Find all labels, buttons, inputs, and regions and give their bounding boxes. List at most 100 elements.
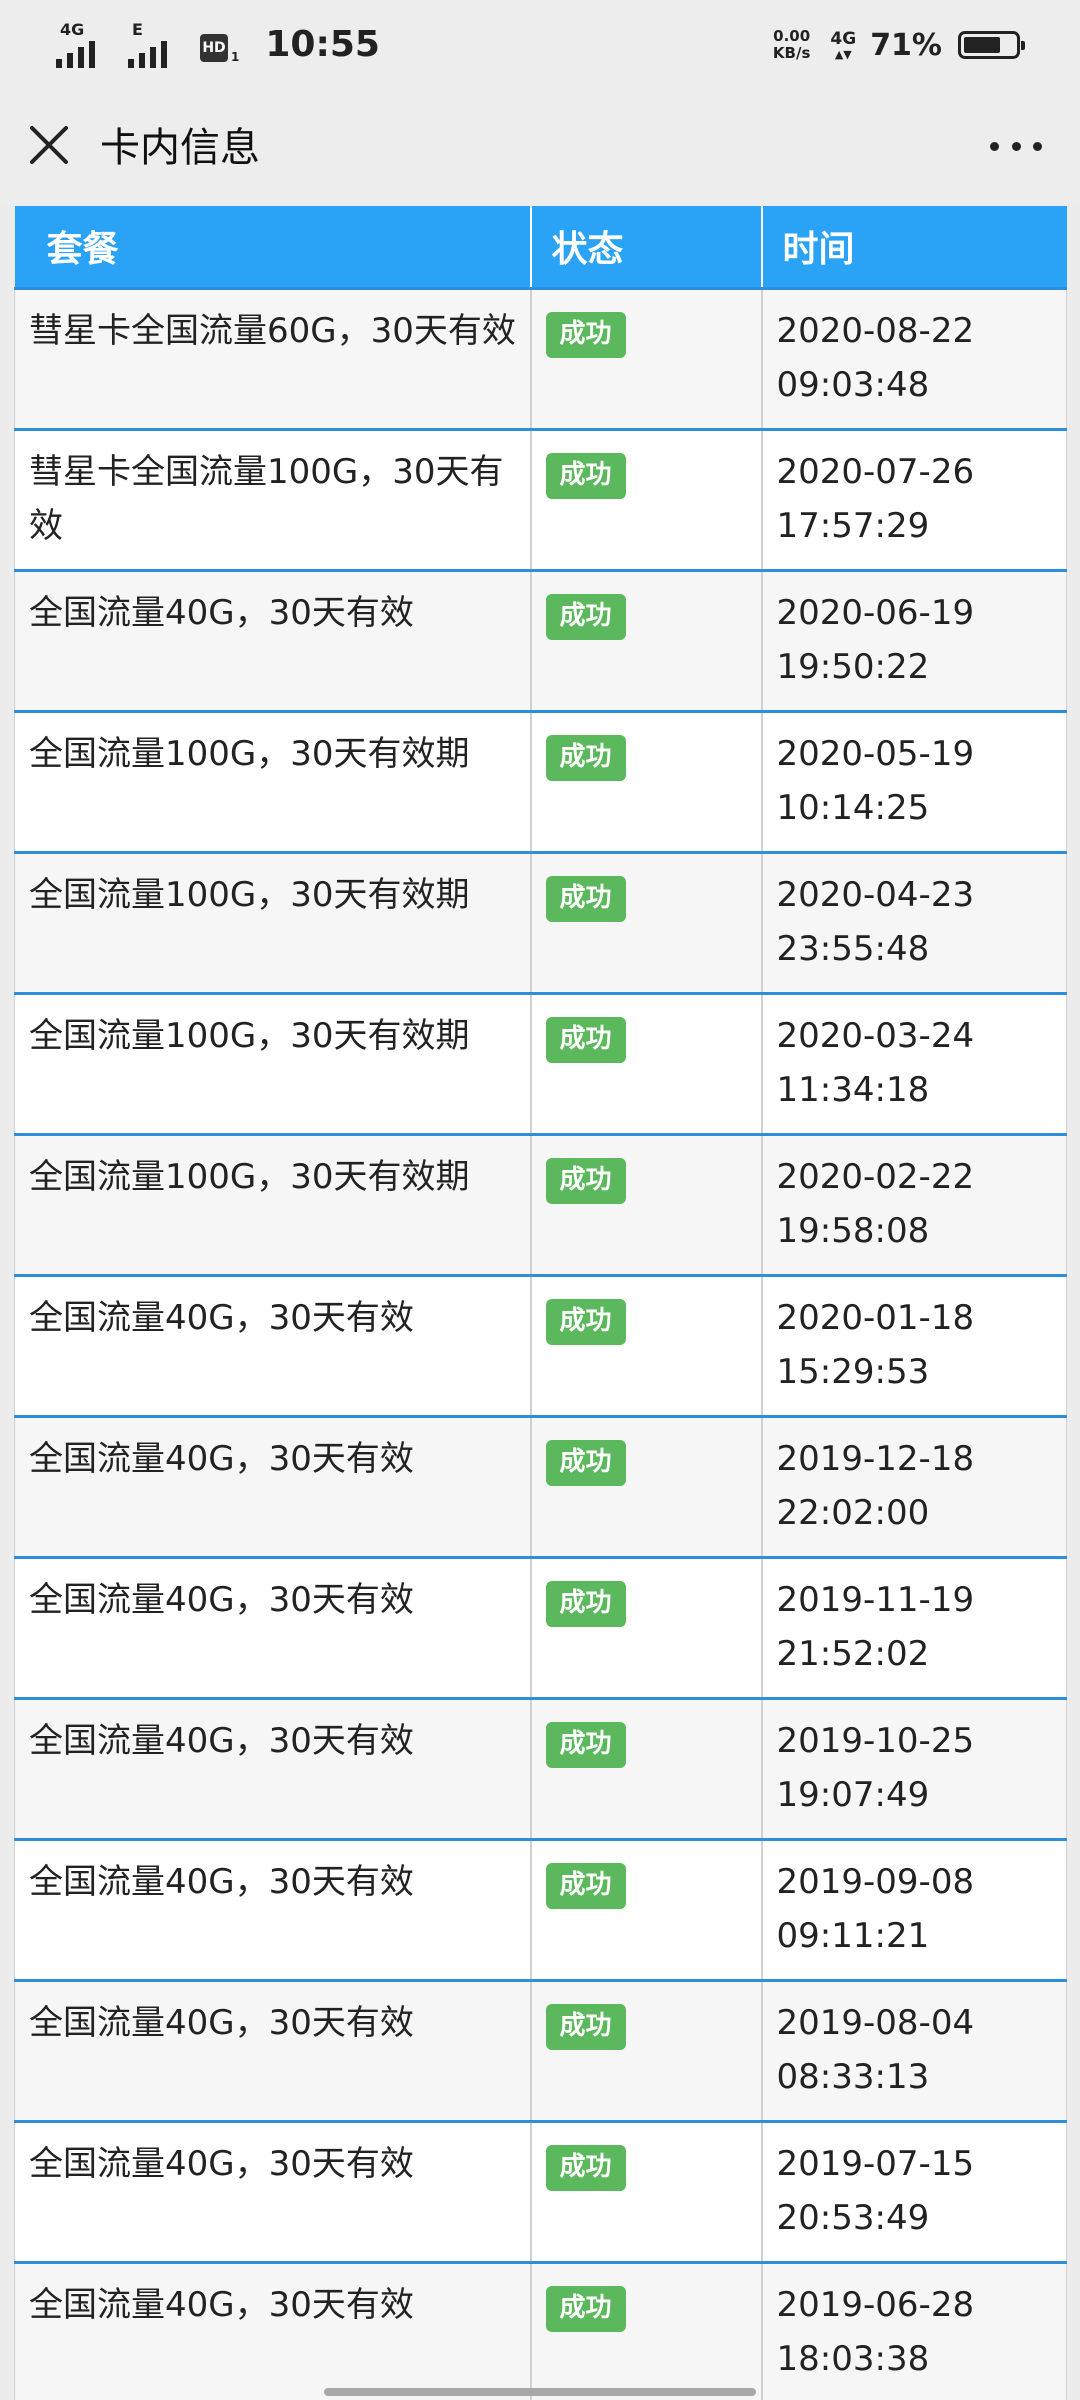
status-badge: 成功 — [545, 1580, 626, 1627]
more-options-button[interactable] — [990, 132, 1042, 160]
table-row: 全国流量40G，30天有效 成功 2019-10-25 19:07:49 — [14, 1696, 1067, 1839]
table-header-row: 套餐 状态 时间 — [14, 206, 1067, 288]
plan-cell: 彗星卡全国流量100G，30天有效 — [14, 427, 531, 570]
time-date: 2020-07-26 — [776, 451, 975, 492]
status-badge: 成功 — [545, 311, 626, 358]
battery-level-fill — [964, 37, 1000, 53]
plan-cell: 全国流量100G，30天有效期 — [14, 850, 531, 993]
status-bar: 4G E HD 1 10:55 0.00 KB/s 4G ▲▼ 71% — [0, 0, 1080, 90]
table-row: 全国流量40G，30天有效 成功 2019-09-08 09:11:21 — [14, 1837, 1067, 1980]
table-row: 全国流量40G，30天有效 成功 2019-07-15 20:53:49 — [14, 2119, 1067, 2262]
status-cell: 成功 — [529, 427, 762, 570]
column-header-status: 状态 — [529, 206, 762, 288]
column-header-time: 时间 — [760, 206, 1067, 288]
table-row: 全国流量40G，30天有效 成功 2020-01-18 15:29:53 — [14, 1273, 1067, 1416]
time-date: 2019-09-08 — [776, 1861, 975, 1902]
time-date: 2019-06-28 — [776, 2284, 975, 2325]
time-cell: 2020-02-22 19:58:08 — [760, 1132, 1067, 1275]
status-badge: 成功 — [545, 593, 626, 640]
time-date: 2019-11-19 — [776, 1579, 975, 1620]
more-icon-dot — [1033, 141, 1042, 151]
table-row: 全国流量100G，30天有效期 成功 2020-03-24 11:34:18 — [14, 991, 1067, 1134]
time-date: 2019-10-25 — [776, 1720, 975, 1761]
status-badge: 成功 — [545, 1016, 626, 1063]
plan-cell: 全国流量40G，30天有效 — [14, 1696, 531, 1839]
time-clock: 18:03:38 — [776, 2338, 930, 2379]
home-indicator[interactable] — [324, 2388, 756, 2396]
table-row: 全国流量40G，30天有效 成功 2019-06-28 18:03:38 — [14, 2260, 1067, 2400]
time-clock: 21:52:02 — [776, 1633, 930, 1674]
status-cell: 成功 — [529, 1978, 762, 2121]
time-cell: 2019-11-19 21:52:02 — [760, 1555, 1067, 1698]
status-badge: 成功 — [545, 1157, 626, 1204]
status-cell: 成功 — [529, 991, 762, 1134]
table-row: 全国流量100G，30天有效期 成功 2020-05-19 10:14:25 — [14, 709, 1067, 852]
time-cell: 2020-05-19 10:14:25 — [760, 709, 1067, 852]
status-cell: 成功 — [529, 1132, 762, 1275]
table-row: 全国流量40G，30天有效 成功 2019-08-04 08:33:13 — [14, 1978, 1067, 2121]
status-cell: 成功 — [529, 1273, 762, 1416]
time-cell: 2019-12-18 22:02:00 — [760, 1414, 1067, 1557]
table-row: 全国流量100G，30天有效期 成功 2020-02-22 19:58:08 — [14, 1132, 1067, 1275]
time-date: 2020-04-23 — [776, 874, 975, 915]
time-clock: 09:03:48 — [776, 364, 930, 405]
time-clock: 20:53:49 — [776, 2197, 930, 2238]
status-cell: 成功 — [529, 1555, 762, 1698]
status-cell: 成功 — [529, 286, 762, 429]
time-clock: 15:29:53 — [776, 1351, 930, 1392]
time-clock: 11:34:18 — [776, 1069, 930, 1110]
status-cell: 成功 — [529, 1837, 762, 1980]
title-bar: 卡内信息 — [0, 90, 1080, 206]
time-cell: 2020-06-19 19:50:22 — [760, 568, 1067, 711]
status-badge: 成功 — [545, 1721, 626, 1768]
hd-sim-number: 1 — [231, 50, 240, 64]
time-cell: 2019-08-04 08:33:13 — [760, 1978, 1067, 2121]
page-title: 卡内信息 — [100, 125, 260, 171]
signal-network-label: E — [132, 20, 143, 39]
status-badge: 成功 — [545, 1439, 626, 1486]
content-area[interactable]: 套餐 状态 时间 彗星卡全国流量60G，30天有效 成功 2020-08-22 09:… — [0, 206, 1080, 2400]
time-clock: 22:02:00 — [776, 1492, 930, 1533]
hd-voice-icon: HD — [200, 34, 228, 62]
time-date: 2020-08-22 — [776, 310, 975, 351]
status-cell: 成功 — [529, 850, 762, 993]
mobile-data-type: 4G — [830, 29, 857, 49]
plan-cell: 全国流量100G，30天有效期 — [14, 1132, 531, 1275]
table-row: 全国流量100G，30天有效期 成功 2020-04-23 23:55:48 — [14, 850, 1067, 993]
plan-cell: 全国流量40G，30天有效 — [14, 568, 531, 711]
plan-cell: 全国流量100G，30天有效期 — [14, 709, 531, 852]
network-speed-unit: KB/s — [772, 44, 811, 62]
time-cell: 2020-08-22 09:03:48 — [760, 286, 1067, 429]
status-cell: 成功 — [529, 1414, 762, 1557]
data-activity-arrows-icon: ▲▼ — [834, 48, 852, 61]
status-badge: 成功 — [545, 1298, 626, 1345]
time-date: 2019-08-04 — [776, 2002, 975, 2043]
time-clock: 10:14:25 — [776, 787, 930, 828]
time-cell: 2020-07-26 17:57:29 — [760, 427, 1067, 570]
status-badge: 成功 — [545, 452, 626, 499]
time-date: 2020-03-24 — [776, 1015, 975, 1056]
more-icon-dot — [1011, 141, 1021, 151]
table-row: 彗星卡全国流量60G，30天有效 成功 2020-08-22 09:03:48 — [14, 286, 1067, 429]
plan-cell: 全国流量40G，30天有效 — [14, 1273, 531, 1416]
plan-cell: 全国流量40G，30天有效 — [14, 2119, 531, 2262]
status-cell: 成功 — [529, 709, 762, 852]
close-button[interactable] — [26, 122, 72, 168]
close-icon — [30, 126, 68, 164]
status-badge: 成功 — [545, 1862, 626, 1909]
status-badge: 成功 — [545, 2144, 626, 2191]
time-date: 2020-06-19 — [776, 592, 975, 633]
plan-cell: 全国流量40G，30天有效 — [14, 1414, 531, 1557]
time-cell: 2019-07-15 20:53:49 — [760, 2119, 1067, 2262]
time-clock: 19:07:49 — [776, 1774, 930, 1815]
time-clock: 17:57:29 — [776, 505, 930, 546]
status-bar-left: 4G E HD 1 10:55 — [56, 22, 380, 68]
table-row: 全国流量40G，30天有效 成功 2020-06-19 19:50:22 — [14, 568, 1067, 711]
table-row: 全国流量40G，30天有效 成功 2019-12-18 22:02:00 — [14, 1414, 1067, 1557]
status-badge: 成功 — [545, 2285, 626, 2332]
time-cell: 2020-03-24 11:34:18 — [760, 991, 1067, 1134]
time-date: 2020-05-19 — [776, 733, 975, 774]
plan-cell: 全国流量100G，30天有效期 — [14, 991, 531, 1134]
time-cell: 2019-06-28 18:03:38 — [760, 2260, 1067, 2400]
time-date: 2020-01-18 — [776, 1297, 975, 1338]
